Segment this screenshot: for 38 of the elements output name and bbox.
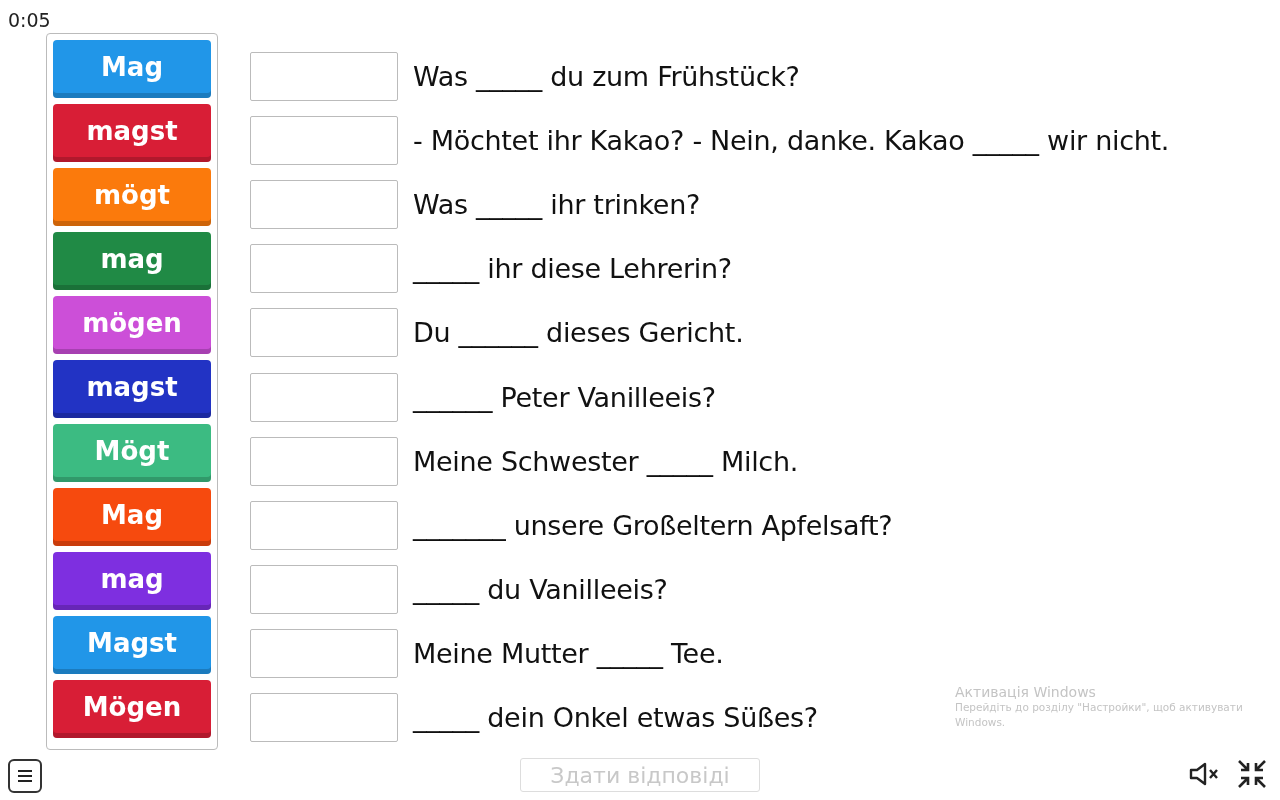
drop-box[interactable] xyxy=(250,244,398,294)
activation-text: Перейдіть до розділу "Настройки", щоб активувати Windows. xyxy=(955,700,1244,730)
drop-box[interactable] xyxy=(250,565,398,615)
drop-box[interactable] xyxy=(250,500,398,550)
sentence: Meine Schwester _____ Milch. xyxy=(413,445,798,477)
sentence: Was _____ du zum Frühstück? xyxy=(413,60,800,92)
drop-box[interactable] xyxy=(250,436,398,486)
drop-box[interactable] xyxy=(250,115,398,165)
drop-box[interactable] xyxy=(250,179,398,229)
word-tile[interactable]: Mag xyxy=(53,488,211,546)
word-tile[interactable]: mögt xyxy=(53,168,211,226)
activation-title: Активація Windows xyxy=(955,684,1097,700)
word-tile[interactable]: mag xyxy=(53,232,211,290)
word-tile[interactable]: Mögt xyxy=(53,424,211,482)
drop-box[interactable] xyxy=(250,372,398,422)
drop-box[interactable] xyxy=(250,693,398,743)
sentence: _____ dein Onkel etwas Süßes? xyxy=(413,702,818,734)
word-tile[interactable]: Magst xyxy=(53,616,211,674)
sentence: Meine Mutter _____ Tee. xyxy=(413,638,724,670)
word-tile[interactable]: mag xyxy=(53,552,211,610)
drop-box[interactable] xyxy=(250,51,398,101)
word-tile[interactable]: magst xyxy=(53,104,211,162)
sentence: Was _____ ihr trinken? xyxy=(413,188,700,220)
word-tile[interactable]: mögen xyxy=(53,296,211,354)
sentence: _____ ihr diese Lehrerin? xyxy=(413,253,732,285)
sentence: ______ Peter Vanilleeis? xyxy=(413,381,716,413)
drop-box[interactable] xyxy=(250,308,398,358)
collapse-icon[interactable] xyxy=(1236,758,1268,790)
sentence: - Möchtet ihr Kakao? - Nein, danke. Kakao _____ wir nicht. xyxy=(413,124,1170,156)
word-tile[interactable]: Mögen xyxy=(53,680,211,738)
menu-button[interactable] xyxy=(8,759,42,793)
word-tile[interactable]: Mag xyxy=(53,40,211,98)
word-tile[interactable]: magst xyxy=(53,360,211,418)
drop-box[interactable] xyxy=(250,629,398,679)
timer: 0:05 xyxy=(7,8,52,33)
sentence: _______ unsere Großeltern Apfelsaft? xyxy=(413,509,893,541)
sentence: Du ______ dieses Gericht. xyxy=(413,317,744,349)
sentence: _____ du Vanilleeis? xyxy=(413,574,668,606)
